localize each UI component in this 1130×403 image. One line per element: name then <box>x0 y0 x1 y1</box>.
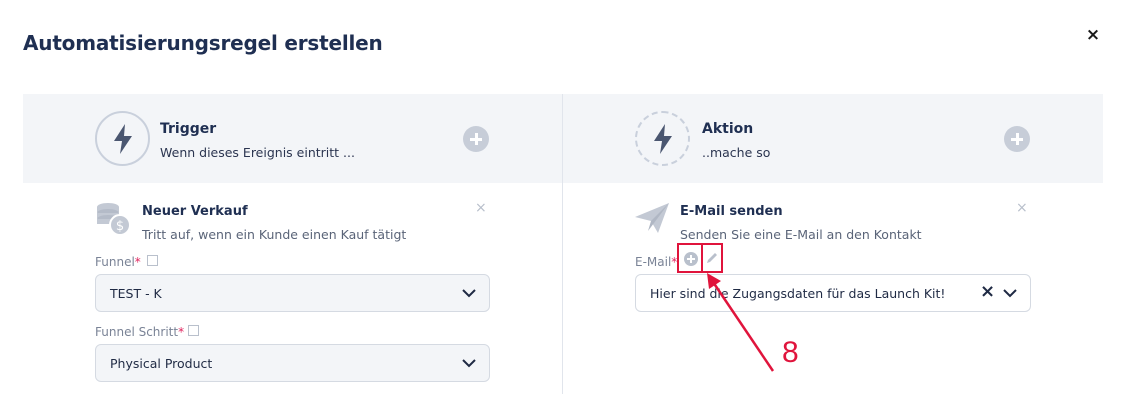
column-divider <box>562 94 563 394</box>
action-card-description: Senden Sie eine E-Mail an den Kontakt <box>680 227 922 242</box>
funnel-step-select[interactable]: Physical Product <box>95 344 490 382</box>
trigger-subtitle: Wenn dieses Ereignis eintritt ... <box>160 145 355 160</box>
funnel-step-label-text: Funnel Schritt <box>95 325 179 339</box>
email-label-text: E-Mail <box>635 255 672 269</box>
external-link-icon[interactable] <box>147 255 158 266</box>
remove-trigger-button[interactable]: × <box>475 200 487 216</box>
email-label: E-Mail* <box>635 255 677 269</box>
trigger-card-description: Tritt auf, wenn ein Kunde einen Kauf tät… <box>142 227 407 242</box>
close-button[interactable]: × <box>1084 26 1102 44</box>
external-link-icon[interactable] <box>188 325 199 336</box>
funnel-label-text: Funnel <box>95 255 135 269</box>
funnel-select-value: TEST - K <box>110 286 162 301</box>
action-card-title: E-Mail senden <box>680 204 783 219</box>
trigger-title: Trigger <box>160 121 217 137</box>
add-action-button[interactable] <box>1004 126 1030 152</box>
chevron-down-icon <box>462 289 476 298</box>
required-marker: * <box>178 325 185 339</box>
funnel-label: Funnel* <box>95 255 141 269</box>
remove-action-button[interactable]: × <box>1016 200 1028 216</box>
trigger-bolt-icon <box>95 111 150 166</box>
action-title: Aktion <box>702 121 754 137</box>
chevron-down-icon <box>1003 289 1017 298</box>
add-trigger-button[interactable] <box>463 126 489 152</box>
rule-panel: Trigger Wenn dieses Ereignis eintritt ..… <box>23 94 1103 403</box>
coins-dollar-icon: $ <box>95 201 133 241</box>
svg-text:$: $ <box>116 219 124 234</box>
panel-header <box>23 94 1103 183</box>
trigger-card-title: Neuer Verkauf <box>142 204 248 219</box>
annotation-number: 8 <box>782 336 799 369</box>
action-subtitle: ..mache so <box>702 145 771 160</box>
modal-title: Automatisierungsregel erstellen <box>23 31 383 55</box>
required-marker: * <box>134 255 141 269</box>
clear-selection-button[interactable]: × <box>980 281 995 302</box>
funnel-step-select-value: Physical Product <box>110 356 213 371</box>
annotation-arrow <box>707 273 775 372</box>
funnel-select[interactable]: TEST - K <box>95 274 490 312</box>
funnel-step-label: Funnel Schritt* <box>95 325 184 339</box>
action-bolt-icon <box>635 111 690 166</box>
paper-plane-icon <box>634 201 670 239</box>
chevron-down-icon <box>462 359 476 368</box>
